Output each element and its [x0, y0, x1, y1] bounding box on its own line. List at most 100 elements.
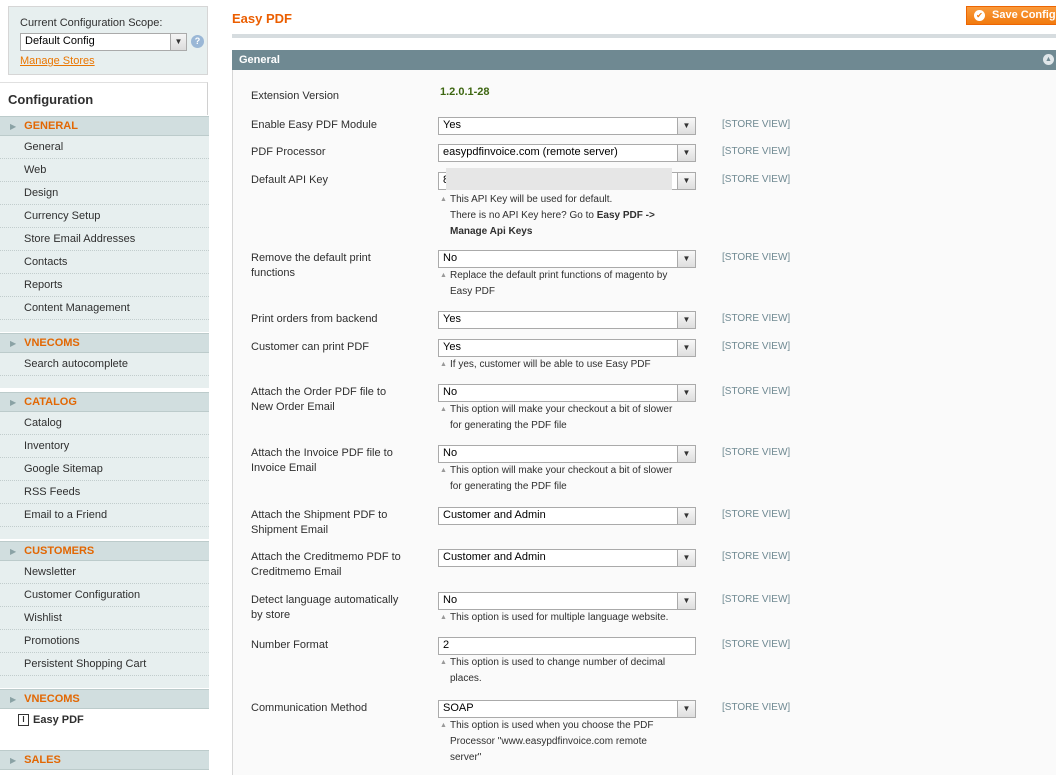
- label-line: New Order Email: [251, 401, 335, 413]
- select-value: Yes: [443, 119, 461, 131]
- sidebar-item-google-sitemap[interactable]: Google Sitemap: [0, 458, 209, 481]
- chevron-down-icon: ▼: [170, 34, 186, 50]
- chevron-down-icon: ▼: [677, 701, 695, 717]
- sidebar-item-design[interactable]: Design: [0, 182, 209, 205]
- sidebar-item-search-autocomplete[interactable]: Search autocomplete: [0, 353, 209, 376]
- order-pdf-note: ▲ This option will make your checkout a …: [440, 402, 702, 434]
- sidebar-item-catalog[interactable]: Catalog: [0, 412, 209, 435]
- triangle-right-icon: ▶: [10, 398, 17, 407]
- sidebar-header-general[interactable]: ▶ GENERAL: [0, 116, 209, 136]
- note-line: If yes, customer will be able to use Eas…: [450, 359, 651, 370]
- sidebar-header-sales[interactable]: ▶ SALES: [0, 750, 209, 770]
- scope-store-view: [STORE VIEW]: [722, 447, 791, 458]
- detect-language-select[interactable]: No ▼: [438, 592, 696, 610]
- note-arrow-icon: ▲: [440, 361, 447, 368]
- note-line: for generating the PDF file: [450, 420, 567, 431]
- number-format-note: ▲ This option is used to change number o…: [440, 655, 702, 687]
- scope-store-view: [STORE VIEW]: [722, 551, 791, 562]
- label-line: Attach the Invoice PDF file to: [251, 447, 393, 459]
- sidebar-item-rss-feeds[interactable]: RSS Feeds: [0, 481, 209, 504]
- scope-label: Current Configuration Scope:: [20, 17, 163, 29]
- remove-print-select[interactable]: No ▼: [438, 250, 696, 268]
- sidebar-item-web[interactable]: Web: [0, 159, 209, 182]
- label-print-backend: Print orders from backend: [251, 313, 378, 325]
- communication-method-select[interactable]: SOAP ▼: [438, 700, 696, 718]
- note-arrow-icon: ▲: [440, 196, 447, 203]
- note-line: Processor "www.easypdfinvoice.com remote: [450, 736, 647, 747]
- label-line: functions: [251, 267, 296, 279]
- communication-method-note: ▲ This option is used when you choose th…: [440, 718, 702, 766]
- label-line: Attach the Creditmemo PDF to: [251, 551, 401, 563]
- sidebar-item-label: Easy PDF: [33, 714, 84, 726]
- note-line: This option will make your checkout a bi…: [450, 465, 673, 476]
- note-arrow-icon: ▲: [440, 614, 447, 621]
- help-icon[interactable]: ?: [191, 35, 204, 48]
- select-value: easypdfinvoice.com (remote server): [443, 146, 618, 158]
- label-line: Shipment Email: [251, 524, 329, 536]
- sidebar-item-easy-pdf[interactable]: I Easy PDF: [0, 709, 209, 732]
- sidebar-item-inventory[interactable]: Inventory: [0, 435, 209, 458]
- scope-store-view: [STORE VIEW]: [722, 594, 791, 605]
- print-backend-select[interactable]: Yes ▼: [438, 311, 696, 329]
- note-arrow-icon: ▲: [440, 659, 447, 666]
- label-pdf-processor: PDF Processor: [251, 146, 326, 158]
- sidebar-item-reports[interactable]: Reports: [0, 274, 209, 297]
- sidebar-header-vnecoms[interactable]: ▶ VNECOMS: [0, 689, 209, 709]
- shipment-pdf-select[interactable]: Customer and Admin ▼: [438, 507, 696, 525]
- sidebar-item-content-management[interactable]: Content Management: [0, 297, 209, 320]
- label-line: Detect language automatically: [251, 594, 399, 606]
- fieldset-title: General: [239, 54, 280, 66]
- sidebar-section-sales: ▶ SALES: [0, 750, 209, 770]
- sidebar-item-customer-configuration[interactable]: Customer Configuration: [0, 584, 209, 607]
- pdf-processor-select[interactable]: easypdfinvoice.com (remote server) ▼: [438, 144, 696, 162]
- save-config-label: Save Config: [992, 9, 1056, 21]
- chevron-down-icon: ▼: [677, 251, 695, 267]
- chevron-down-icon: ▼: [677, 446, 695, 462]
- enable-module-select[interactable]: Yes ▼: [438, 117, 696, 135]
- sidebar-item-persistent-shopping-cart[interactable]: Persistent Shopping Cart: [0, 653, 209, 676]
- creditmemo-pdf-select[interactable]: Customer and Admin ▼: [438, 549, 696, 567]
- collapse-icon[interactable]: ▲: [1043, 54, 1054, 65]
- label-detect-language: Detect language automatically by store: [251, 593, 426, 623]
- sidebar-header-catalog[interactable]: ▶ CATALOG: [0, 392, 209, 412]
- sidebar-header-customers[interactable]: ▶ CUSTOMERS: [0, 541, 209, 561]
- order-pdf-select[interactable]: No ▼: [438, 384, 696, 402]
- fieldset-header-general[interactable]: General ▲: [232, 50, 1056, 70]
- select-value: No: [443, 594, 458, 606]
- sidebar-item-newsletter[interactable]: Newsletter: [0, 561, 209, 584]
- sidebar-item-currency-setup[interactable]: Currency Setup: [0, 205, 209, 228]
- note-line: Replace the default print functions of m…: [450, 270, 668, 281]
- sidebar-item-wishlist[interactable]: Wishlist: [0, 607, 209, 630]
- scope-store-view: [STORE VIEW]: [722, 174, 791, 185]
- number-format-input[interactable]: 2: [438, 637, 696, 655]
- scope-store-view: [STORE VIEW]: [722, 313, 791, 324]
- invoice-pdf-select[interactable]: No ▼: [438, 445, 696, 463]
- sidebar-item-email-to-a-friend[interactable]: Email to a Friend: [0, 504, 209, 527]
- select-value: No: [443, 252, 458, 264]
- sidebar-section-customers: ▶ CUSTOMERS Newsletter Customer Configura…: [0, 541, 209, 688]
- scope-select[interactable]: Default Config ▼: [20, 33, 187, 51]
- scope-store-view: [STORE VIEW]: [722, 252, 791, 263]
- label-order-pdf: Attach the Order PDF file to New Order Em…: [251, 385, 426, 415]
- label-shipment-pdf: Attach the Shipment PDF to Shipment Email: [251, 508, 426, 538]
- customer-print-select[interactable]: Yes ▼: [438, 339, 696, 357]
- chevron-down-icon: ▼: [677, 508, 695, 524]
- sidebar-section-vnecoms: ▶ VNECOMS Search autocomplete: [0, 333, 209, 388]
- check-icon: ✔: [974, 9, 985, 21]
- note-arrow-icon: ▲: [440, 406, 447, 413]
- label-remove-print: Remove the default print functions: [251, 251, 426, 281]
- label-communication-method: Communication Method: [251, 702, 368, 714]
- sidebar-header-vnecoms[interactable]: ▶ VNECOMS: [0, 333, 209, 353]
- sidebar-item-promotions[interactable]: Promotions: [0, 630, 209, 653]
- label-invoice-pdf: Attach the Invoice PDF file to Invoice Em…: [251, 446, 426, 476]
- note-line: This option is used to change number of …: [450, 657, 666, 668]
- note-arrow-icon: ▲: [440, 272, 447, 279]
- sidebar-item-contacts[interactable]: Contacts: [0, 251, 209, 274]
- select-value: No: [443, 386, 458, 398]
- save-config-button[interactable]: ✔ Save Config: [966, 6, 1056, 25]
- note-link-easy-pdf[interactable]: Easy PDF ->: [597, 210, 655, 221]
- note-link-manage-api-keys[interactable]: Manage Api Keys: [450, 226, 532, 237]
- sidebar-item-general[interactable]: General: [0, 136, 209, 159]
- manage-stores-link[interactable]: Manage Stores: [20, 55, 95, 67]
- sidebar-item-store-email-addresses[interactable]: Store Email Addresses: [0, 228, 209, 251]
